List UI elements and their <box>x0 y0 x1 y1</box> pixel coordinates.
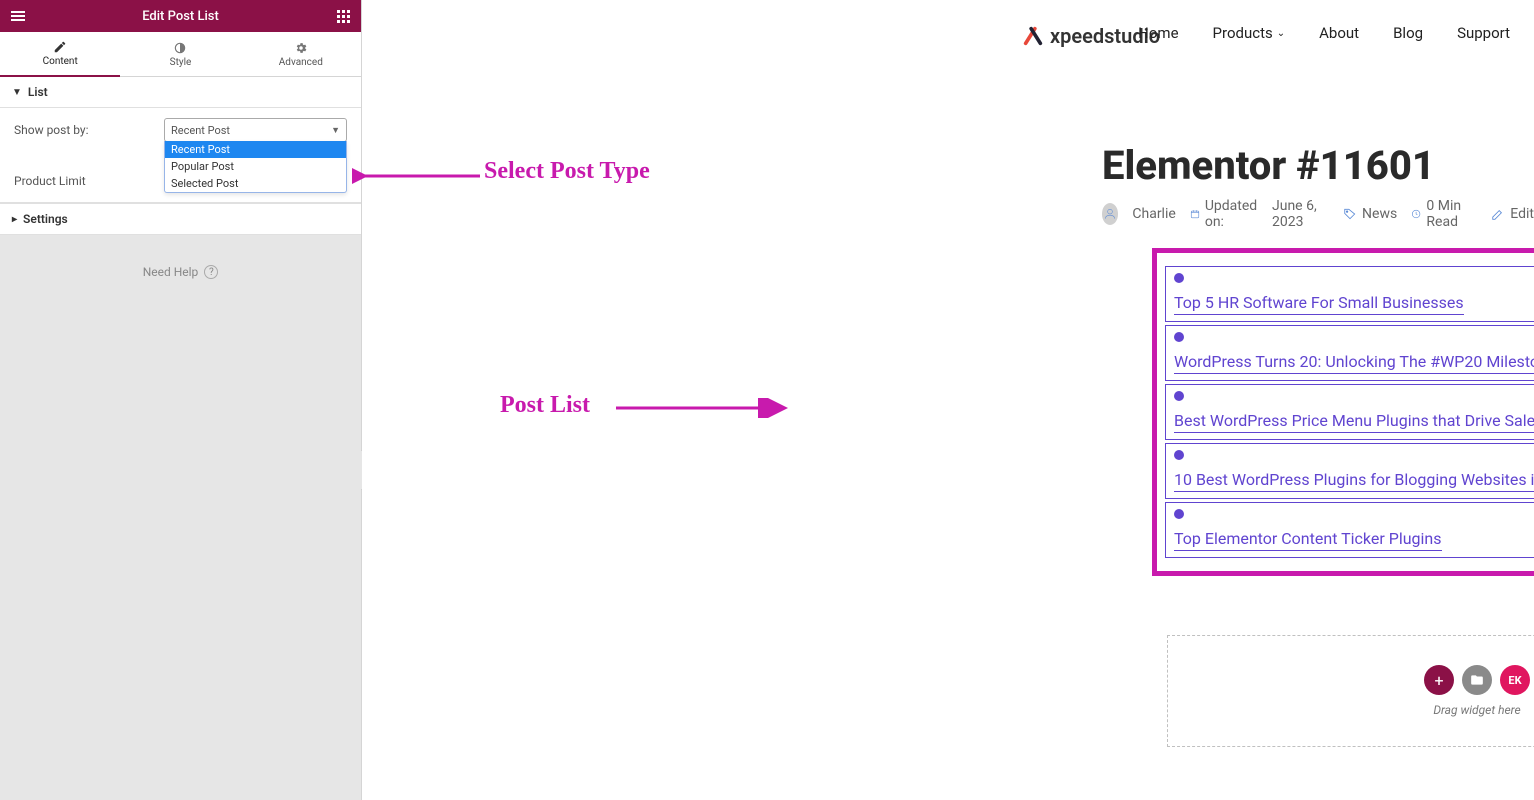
calendar-icon <box>1190 207 1200 221</box>
nav-support[interactable]: Support <box>1457 24 1510 42</box>
post-title[interactable]: Top Elementor Content Ticker Plugins <box>1174 529 1442 551</box>
list-item[interactable]: 10 Best WordPress Plugins for Blogging W… <box>1165 443 1534 499</box>
post-list-widget[interactable]: Top 5 HR Software For Small Businesses W… <box>1152 248 1534 576</box>
post-title[interactable]: Top 5 HR Software For Small Businesses <box>1174 293 1464 315</box>
bullet-icon <box>1174 332 1184 342</box>
elementor-panel: Edit Post List Content Style Advanced ▼ … <box>0 0 362 800</box>
read-time: 0 Min Read <box>1411 198 1477 230</box>
preview-area: xpeedstudio Home Products⌄ About Blog Su… <box>362 0 1534 800</box>
tag-icon <box>1343 207 1357 221</box>
nav-blog[interactable]: Blog <box>1393 24 1423 42</box>
caret-right-icon: ▸ <box>12 214 17 225</box>
post-title[interactable]: WordPress Turns 20: Unlocking The #WP20 … <box>1174 352 1534 374</box>
clock-icon <box>1411 207 1421 221</box>
author[interactable]: Charlie <box>1132 206 1175 222</box>
add-widget-button[interactable]: + <box>1424 665 1454 695</box>
list-item[interactable]: WordPress Turns 20: Unlocking The #WP20 … <box>1165 325 1534 381</box>
show-post-by-select[interactable]: Recent Post ▼ <box>164 118 347 142</box>
category[interactable]: News <box>1343 206 1397 222</box>
panel-tabs: Content Style Advanced <box>0 32 361 77</box>
avatar <box>1102 203 1118 225</box>
nav-products[interactable]: Products⌄ <box>1213 24 1286 42</box>
bullet-icon <box>1174 391 1184 401</box>
post-title[interactable]: 10 Best WordPress Plugins for Blogging W… <box>1174 470 1534 492</box>
widgets-grid-icon[interactable] <box>325 0 361 32</box>
main-nav: Home Products⌄ About Blog Support <box>1138 24 1510 42</box>
bullet-icon <box>1174 273 1184 283</box>
menu-icon[interactable] <box>0 0 36 32</box>
pencil-icon <box>53 40 67 54</box>
gear-icon <box>294 41 308 55</box>
control-show-post-by: Show post by: Recent Post ▼ Recent Post … <box>0 108 361 152</box>
tab-style[interactable]: Style <box>120 32 240 77</box>
updated-date: Updated on: June 6, 2023 <box>1190 198 1329 230</box>
post-meta: Charlie Updated on: June 6, 2023 News 0 … <box>1102 198 1534 230</box>
tab-advanced[interactable]: Advanced <box>241 32 361 77</box>
chevron-down-icon: ▼ <box>331 125 340 136</box>
list-item[interactable]: Top 5 HR Software For Small Businesses <box>1165 266 1534 322</box>
show-post-by-label: Show post by: <box>14 123 164 137</box>
show-post-by-dropdown: Recent Post Popular Post Selected Post <box>164 141 347 193</box>
chevron-down-icon: ⌄ <box>1277 28 1285 39</box>
list-item[interactable]: Best WordPress Price Menu Plugins that D… <box>1165 384 1534 440</box>
nav-about[interactable]: About <box>1319 24 1359 42</box>
nav-home[interactable]: Home <box>1138 24 1178 42</box>
need-help[interactable]: Need Help ? <box>0 235 361 309</box>
option-recent-post[interactable]: Recent Post <box>165 141 346 158</box>
edit-link[interactable]: Edit <box>1491 206 1534 222</box>
panel-title: Edit Post List <box>142 9 219 24</box>
folder-button[interactable] <box>1462 665 1492 695</box>
option-selected-post[interactable]: Selected Post <box>165 175 346 192</box>
widget-drop-zone[interactable]: + EK Drag widget here <box>1167 635 1534 747</box>
caret-down-icon: ▼ <box>12 87 22 98</box>
tab-content[interactable]: Content <box>0 32 120 77</box>
logo-mark-icon <box>1022 25 1044 47</box>
elementskit-button[interactable]: EK <box>1500 665 1530 695</box>
folder-icon <box>1470 673 1484 687</box>
option-popular-post[interactable]: Popular Post <box>165 158 346 175</box>
list-item[interactable]: Top Elementor Content Ticker Plugins <box>1165 502 1534 558</box>
help-icon: ? <box>204 265 218 279</box>
product-limit-label: Product Limit <box>14 174 164 188</box>
bullet-icon <box>1174 450 1184 460</box>
panel-header: Edit Post List <box>0 0 361 32</box>
bullet-icon <box>1174 509 1184 519</box>
style-icon <box>173 41 187 55</box>
section-settings[interactable]: ▸ Settings <box>0 203 361 235</box>
pencil-icon <box>1491 207 1505 221</box>
post-title[interactable]: Best WordPress Price Menu Plugins that D… <box>1174 411 1534 433</box>
section-list[interactable]: ▼ List <box>0 77 361 108</box>
page-title: Elementor #11601 <box>1102 142 1435 189</box>
drop-zone-text: Drag widget here <box>1433 703 1520 717</box>
